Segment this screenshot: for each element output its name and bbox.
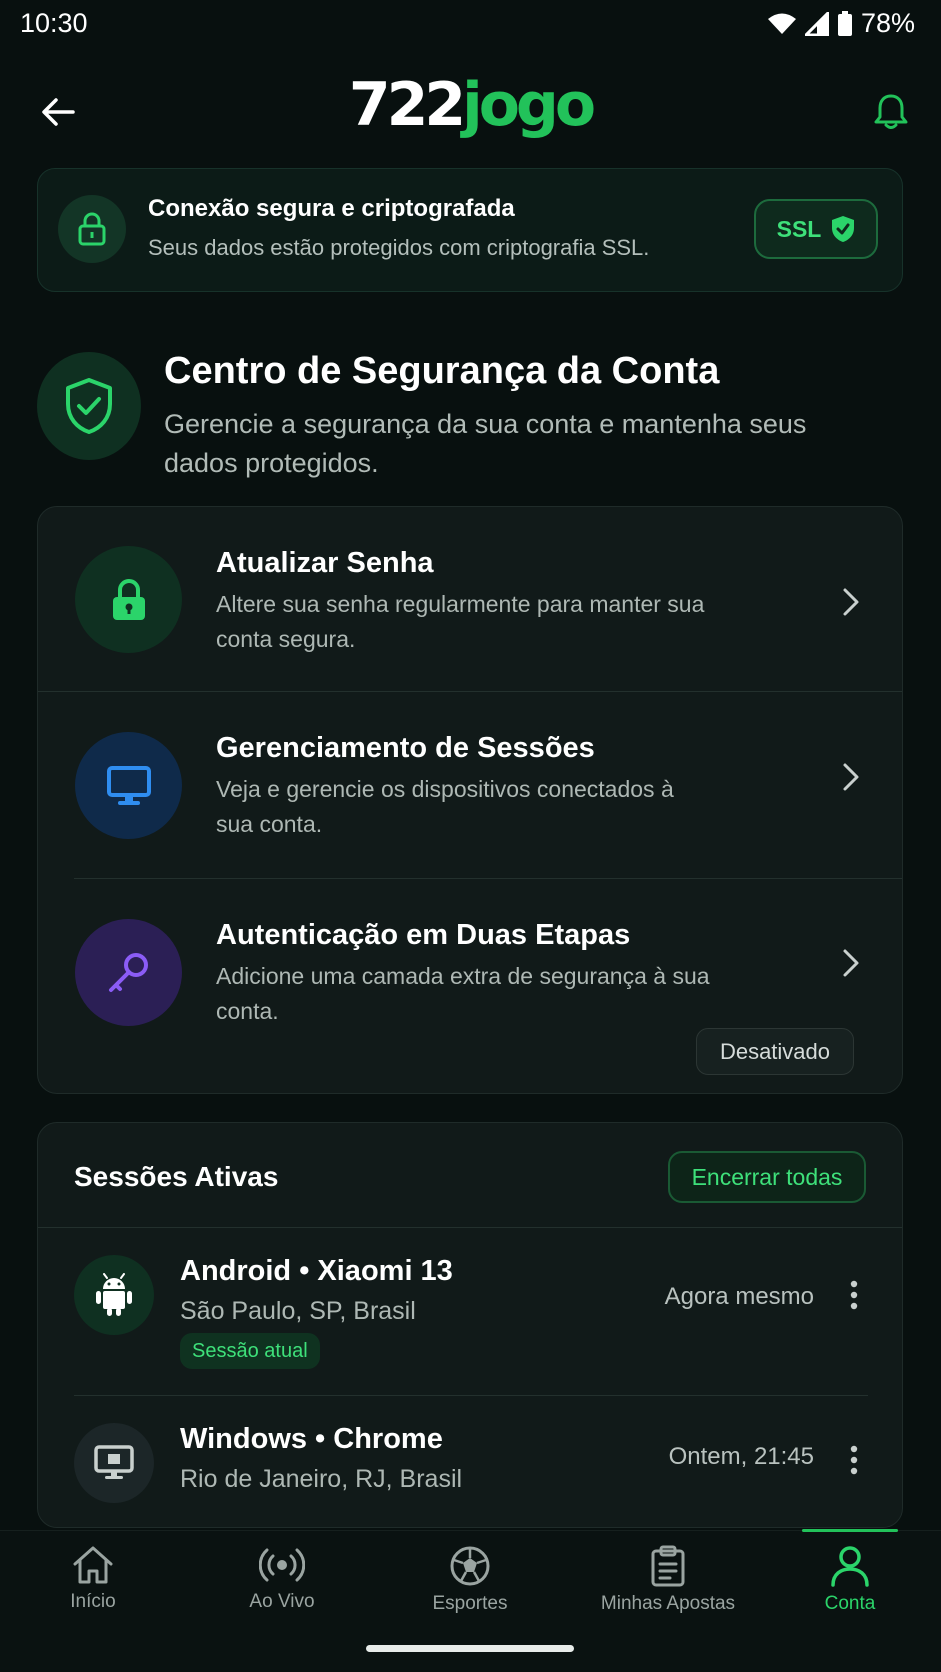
option-description: Veja e gerencie os dispositivos conectad…	[216, 776, 674, 837]
status-icons: 78%	[767, 8, 915, 39]
nav-label: Conta	[824, 1593, 876, 1614]
ssl-badge-label: SSL	[776, 215, 822, 242]
soccer-ball-icon	[450, 1546, 490, 1586]
option-icon-badge	[75, 732, 182, 839]
two-factor-status-badge: Desativado	[696, 1028, 854, 1075]
session-device: Windows • Chrome	[180, 1423, 443, 1455]
clipboard-icon	[651, 1545, 685, 1587]
security-options-card: Atualizar Senha Altere sua senha regular…	[37, 506, 903, 1094]
nav-label: Ao Vivo	[249, 1591, 315, 1612]
logo-word: jogo	[462, 70, 596, 140]
home-indicator[interactable]	[366, 1645, 574, 1652]
chevron-right-icon	[836, 582, 866, 622]
option-description: Altere sua senha regularmente para mante…	[216, 591, 705, 652]
page-title: Centro de Segurança da Conta	[164, 350, 720, 392]
end-all-sessions-button[interactable]: Encerrar todas	[668, 1151, 866, 1203]
option-update-password[interactable]: Atualizar Senha Altere sua senha regular…	[38, 507, 902, 692]
key-icon	[108, 952, 148, 992]
nav-label: Início	[70, 1591, 116, 1612]
current-session-badge: Sessão atual	[180, 1333, 320, 1369]
chevron-right-icon	[836, 757, 866, 797]
bell-icon	[874, 94, 908, 129]
brand-logo: 722jogo	[0, 70, 941, 140]
session-device: Android • Xiaomi 13	[180, 1255, 453, 1287]
desktop-icon	[94, 1445, 134, 1479]
notifications-button[interactable]	[863, 84, 919, 140]
live-icon	[259, 1548, 305, 1582]
session-menu-button[interactable]	[842, 1275, 866, 1315]
option-icon-badge	[75, 919, 182, 1026]
session-menu-button[interactable]	[842, 1440, 866, 1480]
divider	[38, 1227, 902, 1228]
security-shield-badge	[37, 352, 141, 460]
nav-item-account[interactable]: Conta	[800, 1545, 900, 1645]
option-description: Adicione uma camada extra de segurança à…	[216, 963, 710, 1024]
monitor-icon	[106, 765, 151, 805]
logo-number: 722	[348, 70, 466, 140]
chevron-right-icon	[836, 943, 866, 983]
page-subtitle: Gerencie a segurança da sua conta e mant…	[164, 409, 807, 478]
option-title: Atualizar Senha	[216, 547, 434, 579]
session-location: Rio de Janeiro, RJ, Brasil	[180, 1465, 463, 1493]
nav-item-home[interactable]: Início	[40, 1545, 146, 1645]
lock-icon	[112, 578, 145, 620]
ssl-title: Conexão segura e criptografada	[148, 195, 515, 222]
battery-icon	[837, 10, 852, 36]
more-vertical-icon	[850, 1280, 858, 1310]
session-icon-badge	[74, 1255, 154, 1335]
ssl-lock-badge	[58, 195, 126, 263]
ssl-banner: Conexão segura e criptografada Seus dado…	[37, 168, 903, 292]
status-time: 10:30	[20, 8, 88, 38]
wifi-icon	[767, 13, 796, 34]
option-session-management[interactable]: Gerenciamento de Sessões Veja e gerencie…	[38, 692, 902, 879]
nav-item-my-bets[interactable]: Minhas Apostas	[588, 1545, 748, 1645]
session-location: São Paulo, SP, Brasil	[180, 1297, 416, 1325]
more-vertical-icon	[850, 1445, 858, 1475]
option-title: Gerenciamento de Sessões	[216, 732, 595, 764]
option-icon-badge	[75, 546, 182, 653]
user-icon	[831, 1546, 869, 1587]
option-title: Autenticação em Duas Etapas	[216, 919, 631, 951]
ssl-badge: SSL	[754, 199, 878, 259]
active-sessions-card: Sessões Ativas Encerrar todas Android • …	[37, 1122, 903, 1528]
nav-item-sports[interactable]: Esportes	[410, 1545, 530, 1645]
home-icon	[73, 1546, 113, 1584]
active-tab-indicator	[802, 1529, 898, 1532]
nav-label: Esportes	[432, 1593, 508, 1614]
option-two-factor[interactable]: Autenticação em Duas Etapas Adicione uma…	[38, 879, 902, 1093]
session-icon-badge	[74, 1423, 154, 1503]
ssl-subtitle: Seus dados estão protegidos com criptogr…	[148, 235, 650, 260]
android-icon	[96, 1273, 132, 1316]
session-time: Ontem, 21:45	[668, 1443, 814, 1470]
shield-check-icon	[66, 378, 112, 434]
session-time: Agora mesmo	[664, 1283, 814, 1310]
sessions-title: Sessões Ativas	[74, 1161, 279, 1192]
signal-icon	[804, 11, 829, 36]
nav-item-live[interactable]: Ao Vivo	[222, 1545, 342, 1645]
shield-check-icon	[832, 216, 855, 242]
nav-label: Minhas Apostas	[600, 1593, 736, 1614]
divider	[74, 1395, 868, 1396]
battery-level: 78%	[860, 8, 915, 38]
lock-icon	[78, 212, 106, 246]
